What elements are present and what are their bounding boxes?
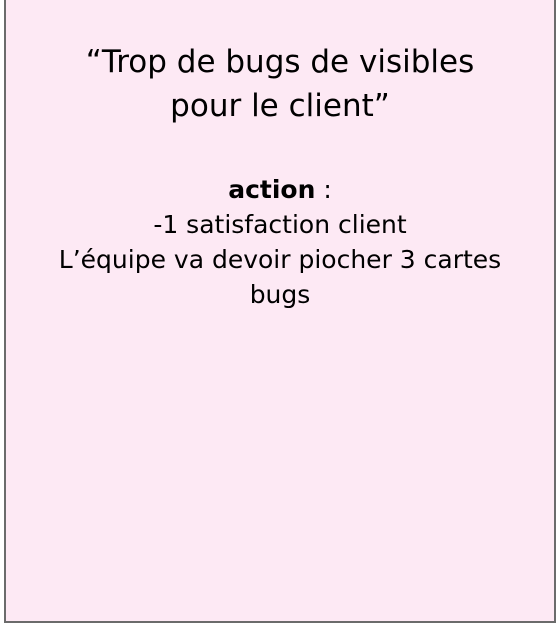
card-title: “Trop de bugs de visibles pour le client… [6,40,554,128]
card-title-line-2: pour le client” [170,88,390,124]
action-colon: : [315,175,332,204]
action-label: action [228,175,316,204]
effect-line-satisfaction: -1 satisfaction client [153,210,407,239]
card-action: action : -1 satisfaction client L’équipe… [6,172,554,312]
effect-line-bugs: bugs [249,280,311,309]
card-title-line-1: “Trop de bugs de visibles [85,44,475,80]
event-card: “Trop de bugs de visibles pour le client… [4,0,556,623]
effect-line-draw-cards: L’équipe va devoir piocher 3 cartes [58,245,502,274]
action-heading: action : [6,172,554,207]
